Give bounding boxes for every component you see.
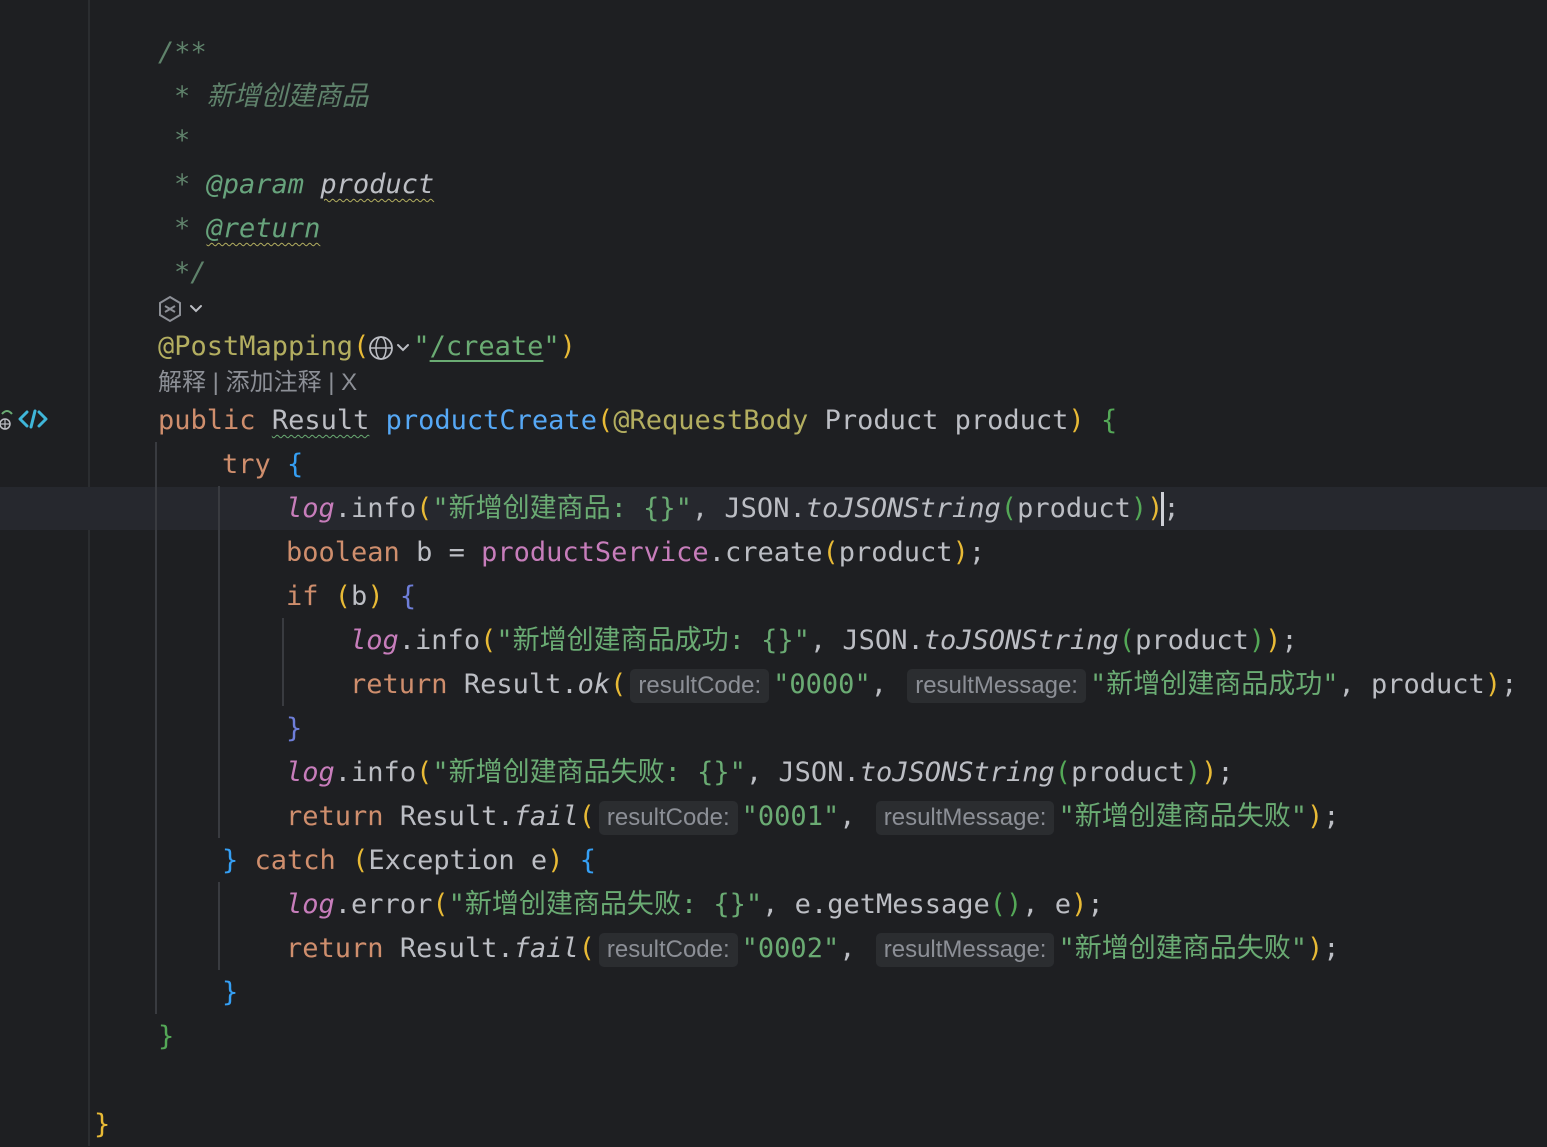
javadoc-close: */ [174,257,207,288]
editor-gutter-divider [88,0,90,1146]
javadoc-description: * 新增创建商品 [174,81,369,112]
if-line: if (b) { [286,581,417,612]
param-hint-result-code: resultCode: [598,932,738,967]
globe-icon[interactable] [0,408,14,430]
param-hint-result-code: resultCode: [598,800,738,835]
return-ok-line: return Result.ok(resultCode: "0000", resu… [350,663,1517,707]
javadoc-return-tag: @return [206,213,321,244]
param-hint-result-message: resultMessage: [907,668,1086,703]
log-fail-line: log.info("新增创建商品失败: {}", JSON.toJSONStri… [286,757,1234,788]
param-hint-result-message: resultMessage: [875,932,1055,967]
indent-guide [282,618,284,706]
boolean-line: boolean b = productService.create(produc… [286,537,986,568]
catch-line: } catch (Exception e) { [222,845,596,876]
javadoc-blank: * [174,125,191,156]
explain-link[interactable]: 解释 [158,369,206,396]
indent-guide [155,442,157,1014]
endpoint-icon[interactable] [18,408,48,430]
text-caret [1161,492,1164,526]
if-close: } [286,713,303,744]
javadoc-param-name: product [320,169,435,200]
try-line: try { [222,449,304,480]
indent-guide [218,486,220,838]
globe-icon[interactable] [369,333,413,363]
param-hint-result-message: resultMessage: [875,800,1055,835]
add-comment-link[interactable]: 添加注释 [226,369,322,396]
class-close: } [94,1109,111,1140]
log-error-line: log.error("新增创建商品失败: {}", e.getMessage()… [286,889,1104,920]
method-signature: public Result productCreate(@RequestBody… [158,405,1118,436]
method-close: } [158,1021,175,1052]
return-fail-line: return Result.fail(resultCode: "0001", re… [286,795,1340,839]
close-code-lens-button[interactable]: X [341,369,357,396]
log-success-line: log.info("新增创建商品成功: {}", JSON.toJSONStri… [350,625,1298,656]
catch-close: } [222,977,239,1008]
return-catch-line: return Result.fail(resultCode: "0002", re… [286,927,1340,971]
indent-guide [218,882,220,970]
javadoc-return: * @return [174,213,321,244]
annotation-line: @PostMapping("/create") [158,331,576,363]
code-lens-bar: 解释 | 添加注释 | X [158,369,358,396]
javadoc-param: * @param product [174,169,435,200]
log-info-line: log.info("新增创建商品: {}", JSON.toJSONString… [286,493,1180,524]
param-hint-result-code: resultCode: [630,668,770,703]
javadoc-description-text: 新增创建商品 [206,81,369,112]
javadoc-open: /** [158,37,207,68]
route-link[interactable]: /create [430,331,544,362]
method-name[interactable]: productCreate [386,405,597,436]
ai-assist-icon[interactable] [158,295,208,323]
